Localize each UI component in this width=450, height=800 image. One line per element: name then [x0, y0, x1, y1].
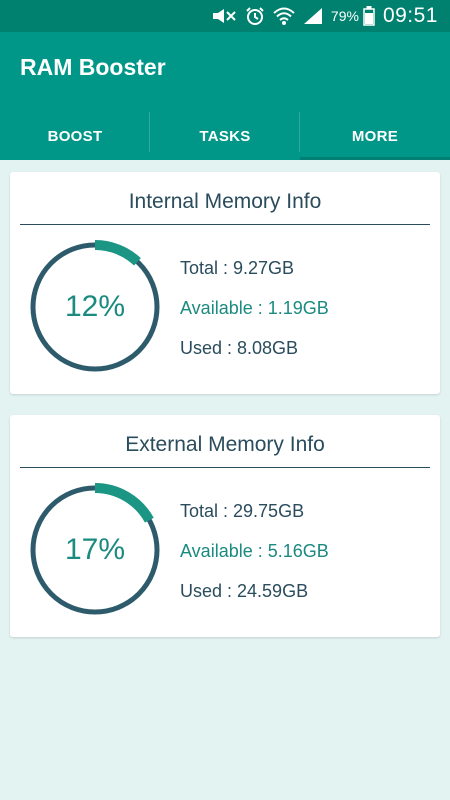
tab-boost[interactable]: BOOST — [0, 112, 150, 160]
internal-memory-title: Internal Memory Info — [128, 190, 322, 213]
battery-percent: 79% — [330, 8, 359, 24]
divider — [20, 224, 430, 225]
tab-tasks-label: TASKS — [199, 127, 251, 145]
divider — [20, 467, 430, 468]
internal-used: Used : 8.08GB — [180, 338, 299, 358]
app-bar: RAM Booster BOOST TASKS MORE — [0, 32, 450, 160]
external-memory-gauge: 17% — [28, 483, 162, 617]
internal-total: Total : 9.27GB — [180, 258, 295, 278]
battery-icon — [363, 6, 375, 26]
app-title: RAM Booster — [20, 54, 166, 80]
internal-memory-percent: 12% — [64, 290, 126, 323]
tab-more-label: MORE — [351, 127, 399, 145]
clock: 09:51 — [382, 4, 438, 27]
external-available: Available : 5.16GB — [180, 541, 329, 561]
tab-boost-label: BOOST — [47, 127, 103, 145]
external-memory-card: External Memory Info 17% Total : 29.75GB… — [10, 415, 440, 637]
tab-tasks[interactable]: TASKS — [150, 112, 300, 160]
alarm-icon — [245, 6, 265, 26]
mute-icon — [211, 7, 237, 25]
internal-available: Available : 1.19GB — [180, 298, 329, 318]
external-used: Used : 24.59GB — [180, 581, 309, 601]
external-memory-stats: Total : 29.75GB Available : 5.16GB Used … — [180, 499, 329, 619]
external-total: Total : 29.75GB — [180, 501, 305, 521]
status-bar: 79% 09:51 — [0, 0, 450, 32]
external-memory-title: External Memory Info — [125, 433, 325, 456]
internal-memory-gauge: 12% — [28, 240, 162, 374]
internal-memory-stats: Total : 9.27GB Available : 1.19GB Used :… — [180, 256, 329, 376]
external-memory-percent: 17% — [64, 533, 126, 566]
internal-memory-card: Internal Memory Info 12% Total : 9.27GB … — [10, 172, 440, 394]
tab-more[interactable]: MORE — [300, 112, 450, 160]
signal-icon — [303, 7, 323, 25]
wifi-icon — [273, 6, 295, 26]
tab-bar: BOOST TASKS MORE — [0, 112, 450, 160]
